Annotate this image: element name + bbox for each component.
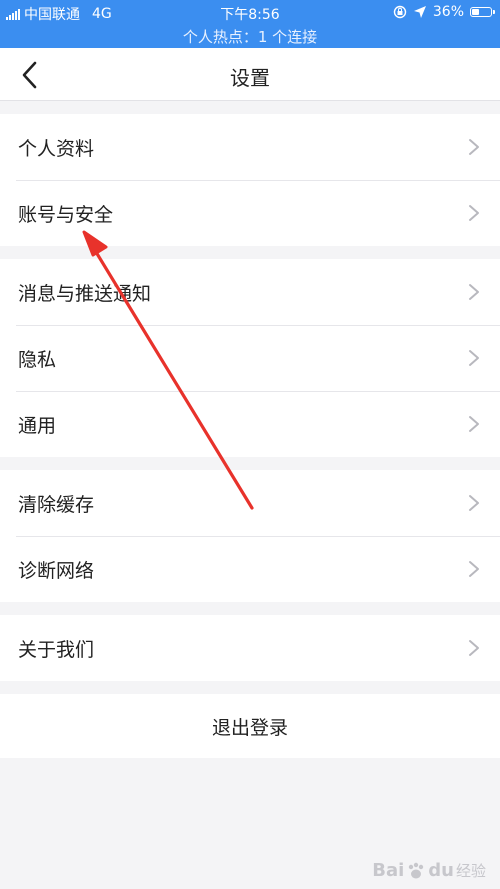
settings-row-clear-cache[interactable]: 清除缓存 [0, 470, 500, 536]
watermark-paw: du [428, 860, 454, 881]
battery-percent: 36% [432, 4, 464, 20]
chevron-right-icon [469, 561, 479, 577]
status-bar: 中国联通 4G 下午8:56 36% 个人热点：1 个连接 [0, 0, 500, 48]
rotation-lock-icon [393, 5, 407, 19]
location-icon [413, 6, 426, 18]
row-label: 账号与安全 [18, 203, 114, 226]
settings-row-account-security[interactable]: 账号与安全 [0, 180, 500, 246]
chevron-right-icon [469, 205, 479, 221]
paw-icon [409, 862, 424, 878]
settings-group-about: 关于我们 [0, 615, 500, 681]
row-label: 诊断网络 [18, 559, 95, 582]
battery-icon [470, 7, 495, 17]
row-label: 个人资料 [18, 137, 95, 160]
page-title: 设置 [230, 66, 270, 90]
status-right: 36% [393, 4, 495, 20]
chevron-right-icon [469, 640, 479, 656]
settings-row-about-us[interactable]: 关于我们 [0, 615, 500, 681]
chevron-right-icon [469, 284, 479, 300]
row-label: 通用 [18, 414, 57, 437]
settings-row-notifications[interactable]: 消息与推送通知 [0, 259, 500, 325]
settings-group-account: 个人资料 账号与安全 [0, 114, 500, 246]
row-label: 消息与推送通知 [18, 282, 152, 305]
watermark: Bai du 经验 [372, 860, 486, 881]
settings-group-preferences: 消息与推送通知 隐私 通用 [0, 259, 500, 457]
settings-row-privacy[interactable]: 隐私 [0, 325, 500, 391]
chevron-right-icon [469, 350, 479, 366]
settings-row-network-diagnosis[interactable]: 诊断网络 [0, 536, 500, 602]
watermark-suffix: 经验 [455, 862, 486, 880]
settings-row-general[interactable]: 通用 [0, 391, 500, 457]
nav-bar: 设置 [0, 48, 500, 101]
watermark-brand: Bai [372, 860, 405, 881]
chevron-right-icon [469, 495, 479, 511]
chevron-right-icon [469, 139, 479, 155]
settings-group-maintenance: 清除缓存 诊断网络 [0, 470, 500, 602]
chevron-right-icon [469, 416, 479, 432]
row-label: 关于我们 [18, 638, 95, 661]
row-label: 清除缓存 [18, 493, 95, 516]
hotspot-banner[interactable]: 个人热点：1 个连接 [0, 26, 500, 47]
logout-button[interactable]: 退出登录 [0, 694, 500, 758]
settings-row-profile[interactable]: 个人资料 [0, 114, 500, 180]
row-label: 隐私 [18, 348, 57, 371]
